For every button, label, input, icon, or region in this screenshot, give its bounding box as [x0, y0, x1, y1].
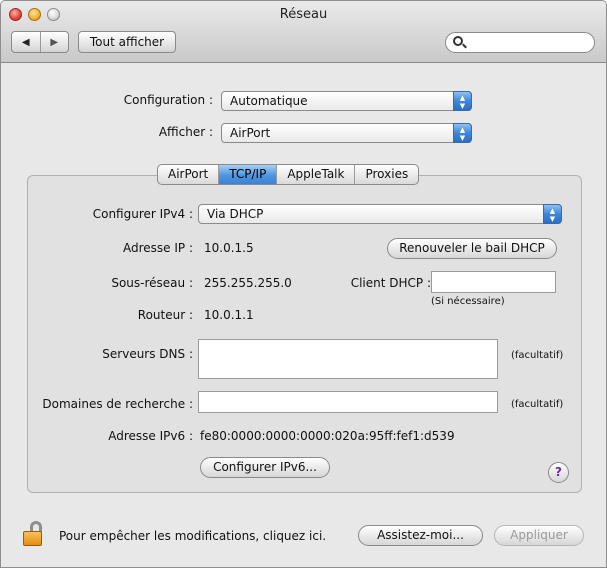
dns-optional-hint: (facultatif) [511, 350, 564, 361]
popup-arrows-icon: ▲ ▼ [453, 91, 472, 111]
help-button[interactable]: ? [548, 462, 569, 483]
configure-ipv4-popup-value: Via DHCP [207, 207, 264, 221]
router-label: Routeur : [137, 308, 193, 322]
popup-arrows-icon: ▲ ▼ [543, 204, 562, 224]
afficher-popup-value: AirPort [230, 126, 271, 140]
help-icon: ? [555, 465, 562, 479]
subnet-label: Sous-réseau : [111, 276, 193, 290]
tab-airport[interactable]: AirPort [158, 165, 220, 184]
network-preferences-window: Réseau ◀ ▶ Tout afficher Configuration :… [0, 0, 607, 568]
dns-servers-field[interactable] [198, 339, 498, 379]
ipv6-address-value: fe80:0000:0000:0000:020a:95ff:fef1:d539 [200, 429, 455, 443]
configuration-popup-value: Automatique [230, 94, 308, 108]
search-domains-optional-hint: (facultatif) [511, 399, 564, 410]
configuration-label: Configuration : [123, 93, 213, 107]
subnet-value: 255.255.255.0 [204, 276, 292, 290]
show-all-button[interactable]: Tout afficher [78, 31, 176, 53]
search-domains-label: Domaines de recherche : [42, 397, 193, 411]
ip-address-value: 10.0.1.5 [204, 241, 254, 255]
back-button[interactable]: ◀ [12, 32, 41, 52]
ip-address-label: Adresse IP : [122, 241, 193, 255]
search-icon [453, 36, 463, 46]
dhcp-client-field[interactable] [431, 271, 556, 293]
configure-ipv6-button[interactable]: Configurer IPv6... [200, 457, 330, 478]
forward-arrow-icon: ▶ [50, 36, 59, 48]
lock-hint-text: Pour empêcher les modifications, cliquez… [59, 529, 327, 543]
afficher-label: Afficher : [158, 125, 213, 139]
tab-tcpip[interactable]: TCP/IP [219, 165, 278, 184]
apply-button[interactable]: Appliquer [494, 525, 584, 546]
configure-ipv4-label: Configurer IPv4 : [92, 207, 193, 221]
back-forward-control: ◀ ▶ [11, 31, 69, 53]
assist-me-button[interactable]: Assistez-moi... [358, 525, 483, 546]
configuration-popup[interactable]: Automatique ▲ ▼ [221, 91, 472, 111]
forward-button[interactable]: ▶ [41, 32, 69, 52]
search-field[interactable] [445, 32, 595, 53]
dns-servers-label: Serveurs DNS : [102, 347, 193, 361]
window-title: Réseau [279, 7, 328, 22]
afficher-popup[interactable]: AirPort ▲ ▼ [221, 123, 472, 143]
tab-proxies[interactable]: Proxies [355, 165, 418, 184]
configure-ipv4-popup[interactable]: Via DHCP ▲ ▼ [198, 204, 562, 224]
back-arrow-icon: ◀ [21, 36, 30, 48]
popup-arrows-icon: ▲ ▼ [453, 123, 472, 143]
ipv6-address-label: Adresse IPv6 : [108, 429, 193, 443]
dhcp-client-label: Client DHCP : [350, 276, 431, 290]
search-domains-field[interactable] [198, 391, 498, 413]
dhcp-client-hint: (Si nécessaire) [431, 296, 505, 307]
renew-dhcp-lease-button[interactable]: Renouveler le bail DHCP [387, 238, 557, 259]
router-value: 10.0.1.1 [204, 308, 254, 322]
title-bar: Réseau ◀ ▶ Tout afficher [1, 1, 606, 63]
tab-appletalk[interactable]: AppleTalk [277, 165, 356, 184]
tab-bar: AirPort TCP/IP AppleTalk Proxies [157, 164, 420, 185]
lock-body [23, 531, 42, 546]
lock-icon[interactable] [23, 521, 47, 547]
